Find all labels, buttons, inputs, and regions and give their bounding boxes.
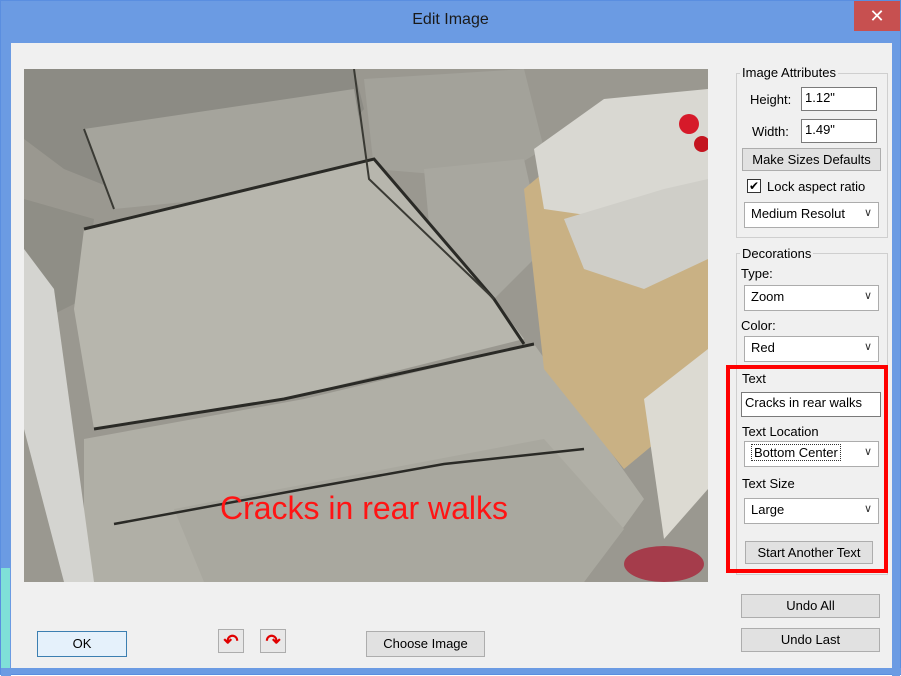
window-right-border [892, 43, 900, 676]
text-options-highlight [726, 365, 888, 573]
background-strip [1, 568, 10, 668]
undo-last-button[interactable]: Undo Last [741, 628, 880, 652]
height-label: Height: [750, 92, 792, 107]
rotate-right-button[interactable]: ↷ [260, 629, 286, 653]
image-preview[interactable]: Cracks in rear walks [24, 69, 708, 582]
height-field[interactable]: 1.12" [801, 87, 877, 111]
chevron-down-icon: ∨ [863, 207, 872, 219]
decorations-label: Decorations [740, 246, 814, 261]
image-overlay-text: Cracks in rear walks [219, 490, 509, 526]
color-value: Red [751, 340, 775, 355]
close-button[interactable]: ✕ [854, 1, 900, 31]
choose-image-button[interactable]: Choose Image [366, 631, 485, 657]
color-select[interactable]: Red ∨ [744, 336, 879, 362]
resolution-value: Medium Resolut [751, 206, 845, 221]
window-title: Edit Image [412, 11, 489, 28]
rotate-right-icon: ↷ [265, 631, 281, 651]
rotate-left-icon: ↶ [223, 631, 239, 651]
make-sizes-defaults-button[interactable]: Make Sizes Defaults [742, 148, 881, 171]
type-select[interactable]: Zoom ∨ [744, 285, 879, 311]
image-attributes-label: Image Attributes [740, 65, 838, 80]
chevron-down-icon: ∨ [863, 290, 872, 302]
resolution-select[interactable]: Medium Resolut ∨ [744, 202, 879, 228]
type-label: Type: [741, 266, 773, 281]
undo-all-button[interactable]: Undo All [741, 594, 880, 618]
width-label: Width: [752, 124, 789, 139]
type-value: Zoom [751, 289, 785, 304]
lock-aspect-checkbox[interactable]: ✔ [747, 179, 761, 193]
lock-aspect-label: Lock aspect ratio [767, 179, 866, 194]
color-label: Color: [741, 318, 776, 333]
edit-image-dialog: Edit Image ✕ Cracks in rear walks Image … [0, 0, 901, 676]
window-bottom-border [1, 668, 901, 674]
chevron-down-icon: ∨ [863, 341, 872, 353]
ok-button[interactable]: OK [37, 631, 127, 657]
title-bar[interactable]: Edit Image ✕ [1, 1, 900, 43]
rotate-left-button[interactable]: ↶ [218, 629, 244, 653]
width-field[interactable]: 1.49" [801, 119, 877, 143]
